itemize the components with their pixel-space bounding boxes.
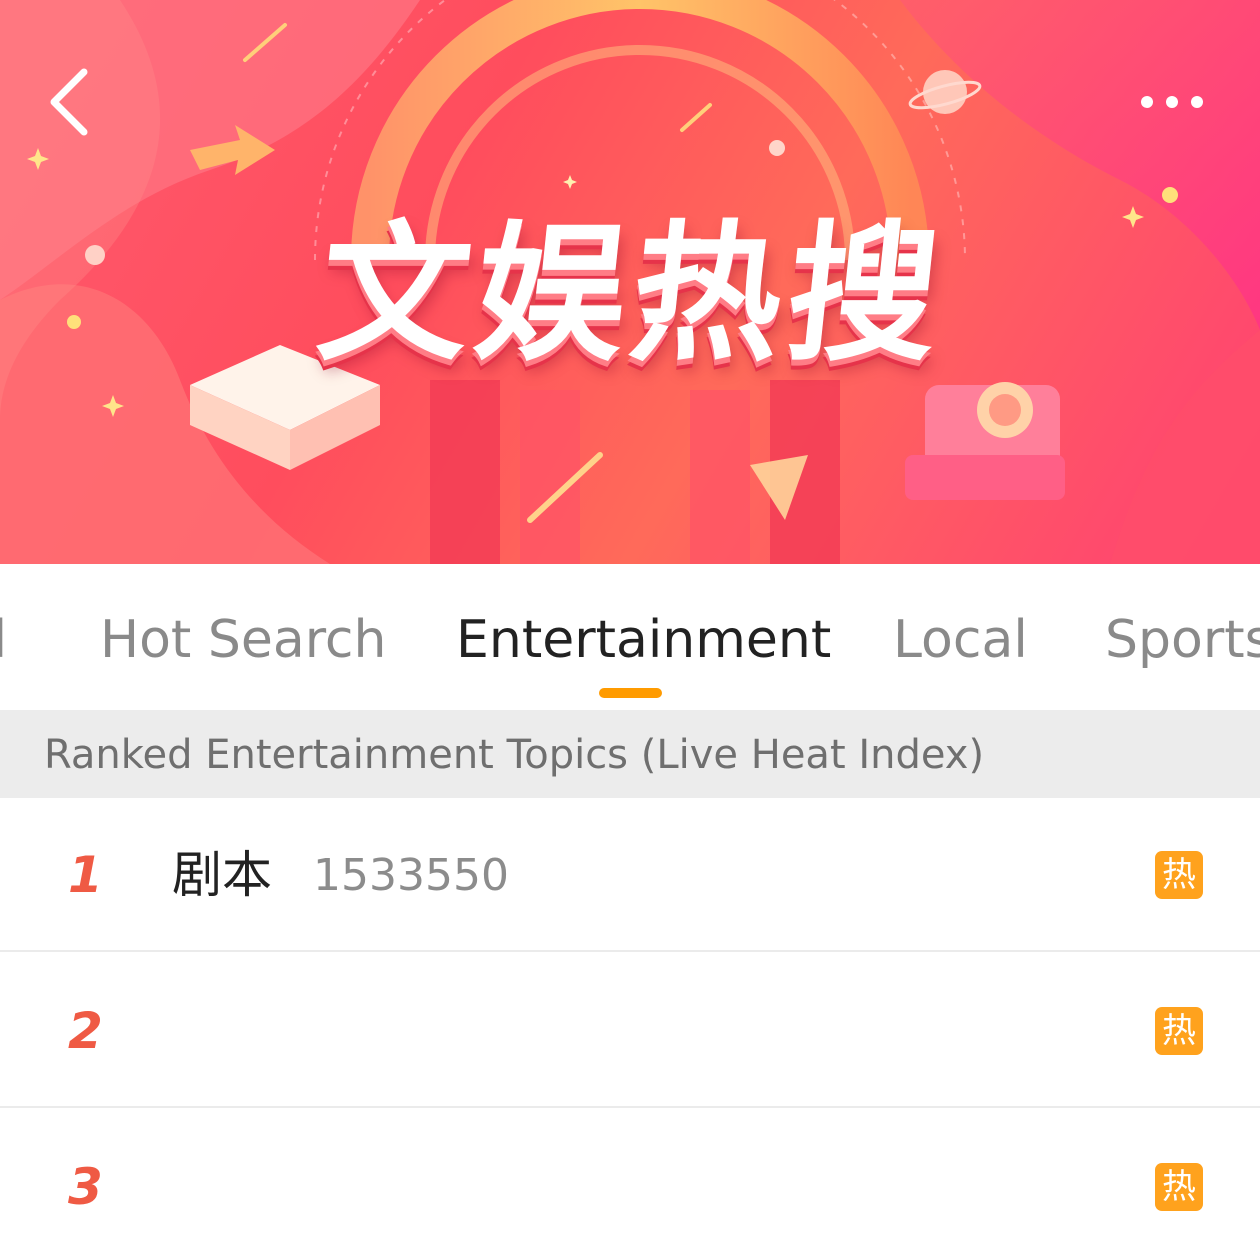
section-header-text: Ranked Entertainment Topics (Live Heat I… (44, 732, 985, 778)
banner: 文娱热搜 (0, 0, 1260, 564)
banner-title: 文娱热搜 (272, 195, 992, 395)
active-tab-indicator (599, 688, 662, 698)
list-item[interactable]: 2 热 (0, 954, 1260, 1108)
tab-hot-search[interactable]: Hot Search (100, 564, 386, 710)
topic-title: 剧本 (172, 846, 272, 904)
rank-number: 2 (68, 1002, 103, 1060)
back-button[interactable] (40, 62, 104, 142)
banner-title-text: 文娱热搜 (310, 208, 954, 382)
chevron-left-icon (50, 68, 88, 136)
list-item[interactable]: 1 剧本 1533550 热 (0, 798, 1260, 952)
tab-previous[interactable]: d (0, 564, 7, 710)
section-header: Ranked Entertainment Topics (Live Heat I… (0, 710, 1260, 798)
tab-local[interactable]: Local (893, 564, 1028, 710)
heat-index: 1533550 (313, 850, 509, 901)
rank-number: 1 (68, 846, 103, 904)
page: 文娱热搜 d Hot Search Entertainment Local Sp… (0, 0, 1260, 1260)
rank-number: 3 (68, 1158, 103, 1216)
hot-badge: 热 (1155, 1163, 1203, 1211)
hot-badge: 热 (1155, 851, 1203, 899)
tab-sports[interactable]: Sports (1105, 564, 1260, 710)
more-dots-icon (1141, 96, 1203, 108)
more-button[interactable] (1130, 84, 1220, 120)
list-item[interactable]: 3 热 (0, 1110, 1260, 1260)
hot-badge: 热 (1155, 1007, 1203, 1055)
